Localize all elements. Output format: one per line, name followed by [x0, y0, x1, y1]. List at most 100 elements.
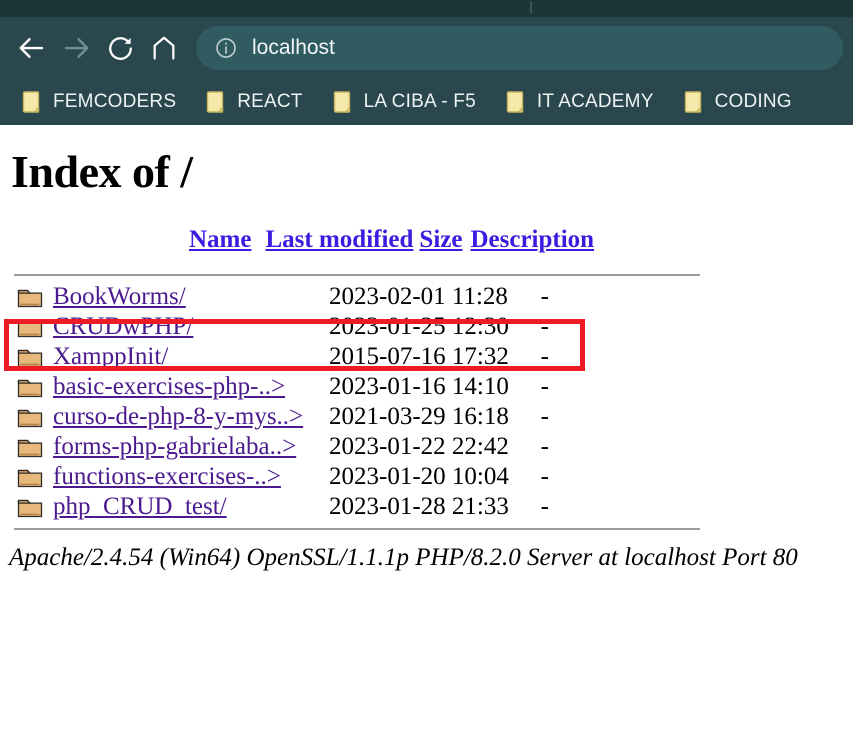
row-folder-icon-cell: [11, 282, 53, 312]
table-header-row: Name Last modified Size Description: [11, 226, 594, 268]
row-size-cell: -: [540, 433, 549, 460]
bookmark-label: LA CIBA - F5: [363, 91, 476, 112]
header-last-modified[interactable]: Last modified: [251, 226, 413, 268]
directory-link[interactable]: basic-exercises-php-..>: [53, 373, 285, 400]
server-signature: Apache/2.4.54 (Win64) OpenSSL/1.1.1p PHP…: [9, 544, 798, 571]
row-modified-cell: 2023-01-25 12:30: [329, 313, 509, 340]
row-folder-icon-cell: [11, 342, 53, 372]
row-modified-cell: 2015-07-16 17:32: [329, 343, 509, 370]
browser-toolbar: localhost: [0, 17, 853, 79]
row-size-cell: -: [540, 283, 549, 310]
folder-icon: [506, 90, 526, 114]
row-folder-icon-cell: [11, 432, 53, 462]
sort-by-description-link[interactable]: Description: [470, 226, 594, 253]
bookmark-la-ciba-f5[interactable]: LA CIBA - F5: [333, 90, 476, 114]
row-name-cell[interactable]: php_CRUD_test/: [53, 492, 315, 522]
folder-icon: [17, 376, 53, 399]
row-modified-cell: 2023-01-28 21:33: [329, 493, 509, 520]
directory-link[interactable]: php_CRUD_test/: [53, 493, 227, 520]
bookmark-label: IT ACADEMY: [536, 91, 654, 112]
row-size-cell: -: [540, 373, 549, 400]
row-name-cell[interactable]: curso-de-php-8-y-mys..>: [53, 402, 315, 432]
table-row[interactable]: curso-de-php-8-y-mys..> 2021-03-29 16:18…: [11, 402, 687, 432]
sort-by-size-link[interactable]: Size: [419, 226, 462, 253]
row-folder-icon-cell: [11, 402, 53, 432]
row-name-cell[interactable]: CRUDwPHP/: [53, 312, 315, 342]
directory-link[interactable]: functions-exercises-..>: [53, 463, 281, 490]
folder-icon: [17, 316, 53, 339]
folder-icon: [17, 466, 53, 489]
tab-separator: [530, 1, 532, 13]
table-row[interactable]: functions-exercises-..> 2023-01-20 10:04…: [11, 462, 687, 492]
directory-link[interactable]: BookWorms/: [53, 283, 186, 310]
row-size-cell: -: [540, 313, 549, 340]
folder-icon: [333, 90, 353, 114]
footer-divider: [14, 528, 700, 530]
table-row[interactable]: CRUDwPHP/ 2023-01-25 12:30 -: [11, 312, 687, 342]
bookmark-label: CODING: [714, 91, 792, 112]
row-size-cell: -: [540, 403, 549, 430]
table-row[interactable]: basic-exercises-php-..> 2023-01-16 14:10…: [11, 372, 687, 402]
row-description-cell: [567, 462, 687, 492]
header-description[interactable]: Description: [462, 226, 594, 268]
folder-icon: [17, 496, 53, 519]
row-modified-cell: 2023-01-22 22:42: [329, 433, 509, 460]
bookmark-femcoders[interactable]: FEMCODERS: [22, 90, 176, 114]
header-name[interactable]: Name: [53, 226, 251, 268]
bookmark-label: FEMCODERS: [53, 91, 177, 112]
forward-button[interactable]: [54, 26, 98, 70]
row-description-cell: [567, 432, 687, 462]
table-row[interactable]: php_CRUD_test/ 2023-01-28 21:33 -: [11, 492, 687, 522]
directory-link[interactable]: CRUDwPHP/: [53, 313, 193, 340]
back-button[interactable]: [10, 26, 54, 70]
row-description-cell: [567, 372, 687, 402]
reload-icon: [106, 34, 135, 63]
row-folder-icon-cell: [11, 312, 53, 342]
table-row[interactable]: BookWorms/ 2023-02-01 11:28 -: [11, 282, 687, 312]
reload-button[interactable]: [98, 26, 142, 70]
info-circle-icon[interactable]: [214, 36, 238, 60]
header-size[interactable]: Size: [413, 226, 462, 268]
home-icon: [150, 34, 178, 62]
directory-link[interactable]: XamppInit/: [53, 343, 168, 370]
address-bar[interactable]: localhost: [196, 26, 843, 70]
directory-link[interactable]: forms-php-gabrielaba..>: [53, 433, 296, 460]
row-name-cell[interactable]: XamppInit/: [53, 342, 315, 372]
directory-link[interactable]: curso-de-php-8-y-mys..>: [53, 403, 303, 430]
row-name-cell[interactable]: basic-exercises-php-..>: [53, 372, 315, 402]
directory-listing-table: Name Last modified Size Description: [11, 226, 594, 268]
folder-icon: [17, 346, 53, 369]
address-bar-text: localhost: [252, 36, 335, 59]
bookmark-coding[interactable]: CODING: [684, 90, 792, 114]
home-button[interactable]: [142, 26, 186, 70]
row-folder-icon-cell: [11, 372, 53, 402]
sort-by-name-link[interactable]: Name: [189, 226, 251, 253]
row-modified-cell: 2023-01-20 10:04: [329, 463, 509, 490]
row-modified-cell: 2023-02-01 11:28: [329, 283, 508, 310]
row-modified-cell: 2023-01-16 14:10: [329, 373, 509, 400]
row-name-cell[interactable]: forms-php-gabrielaba..>: [53, 432, 315, 462]
row-description-cell: [567, 492, 687, 522]
header-icon-spacer: [11, 226, 53, 268]
bookmarks-bar: FEMCODERS REACT LA CIBA - F5 IT ACADEMY …: [0, 79, 853, 125]
folder-icon: [22, 90, 42, 114]
forward-arrow-icon: [61, 33, 91, 63]
tab-strip: [0, 0, 853, 17]
row-size-cell: -: [540, 493, 549, 520]
row-name-cell[interactable]: functions-exercises-..>: [53, 462, 315, 492]
bookmark-it-academy[interactable]: IT ACADEMY: [506, 90, 654, 114]
row-folder-icon-cell: [11, 492, 53, 522]
folder-icon: [17, 286, 53, 309]
sort-by-date-link[interactable]: Last modified: [265, 226, 413, 253]
row-size-cell: -: [540, 343, 549, 370]
bookmark-react[interactable]: REACT: [206, 90, 302, 114]
folder-icon: [17, 436, 53, 459]
row-description-cell: [567, 282, 687, 312]
folder-icon: [206, 90, 226, 114]
page-title: Index of /: [11, 146, 193, 197]
row-name-cell[interactable]: BookWorms/: [53, 282, 315, 312]
table-row[interactable]: XamppInit/ 2015-07-16 17:32 -: [11, 342, 687, 372]
folder-icon: [17, 406, 53, 429]
apache-directory-index: Index of / Name Last modified Size Descr…: [0, 125, 853, 745]
table-row[interactable]: forms-php-gabrielaba..> 2023-01-22 22:42…: [11, 432, 687, 462]
